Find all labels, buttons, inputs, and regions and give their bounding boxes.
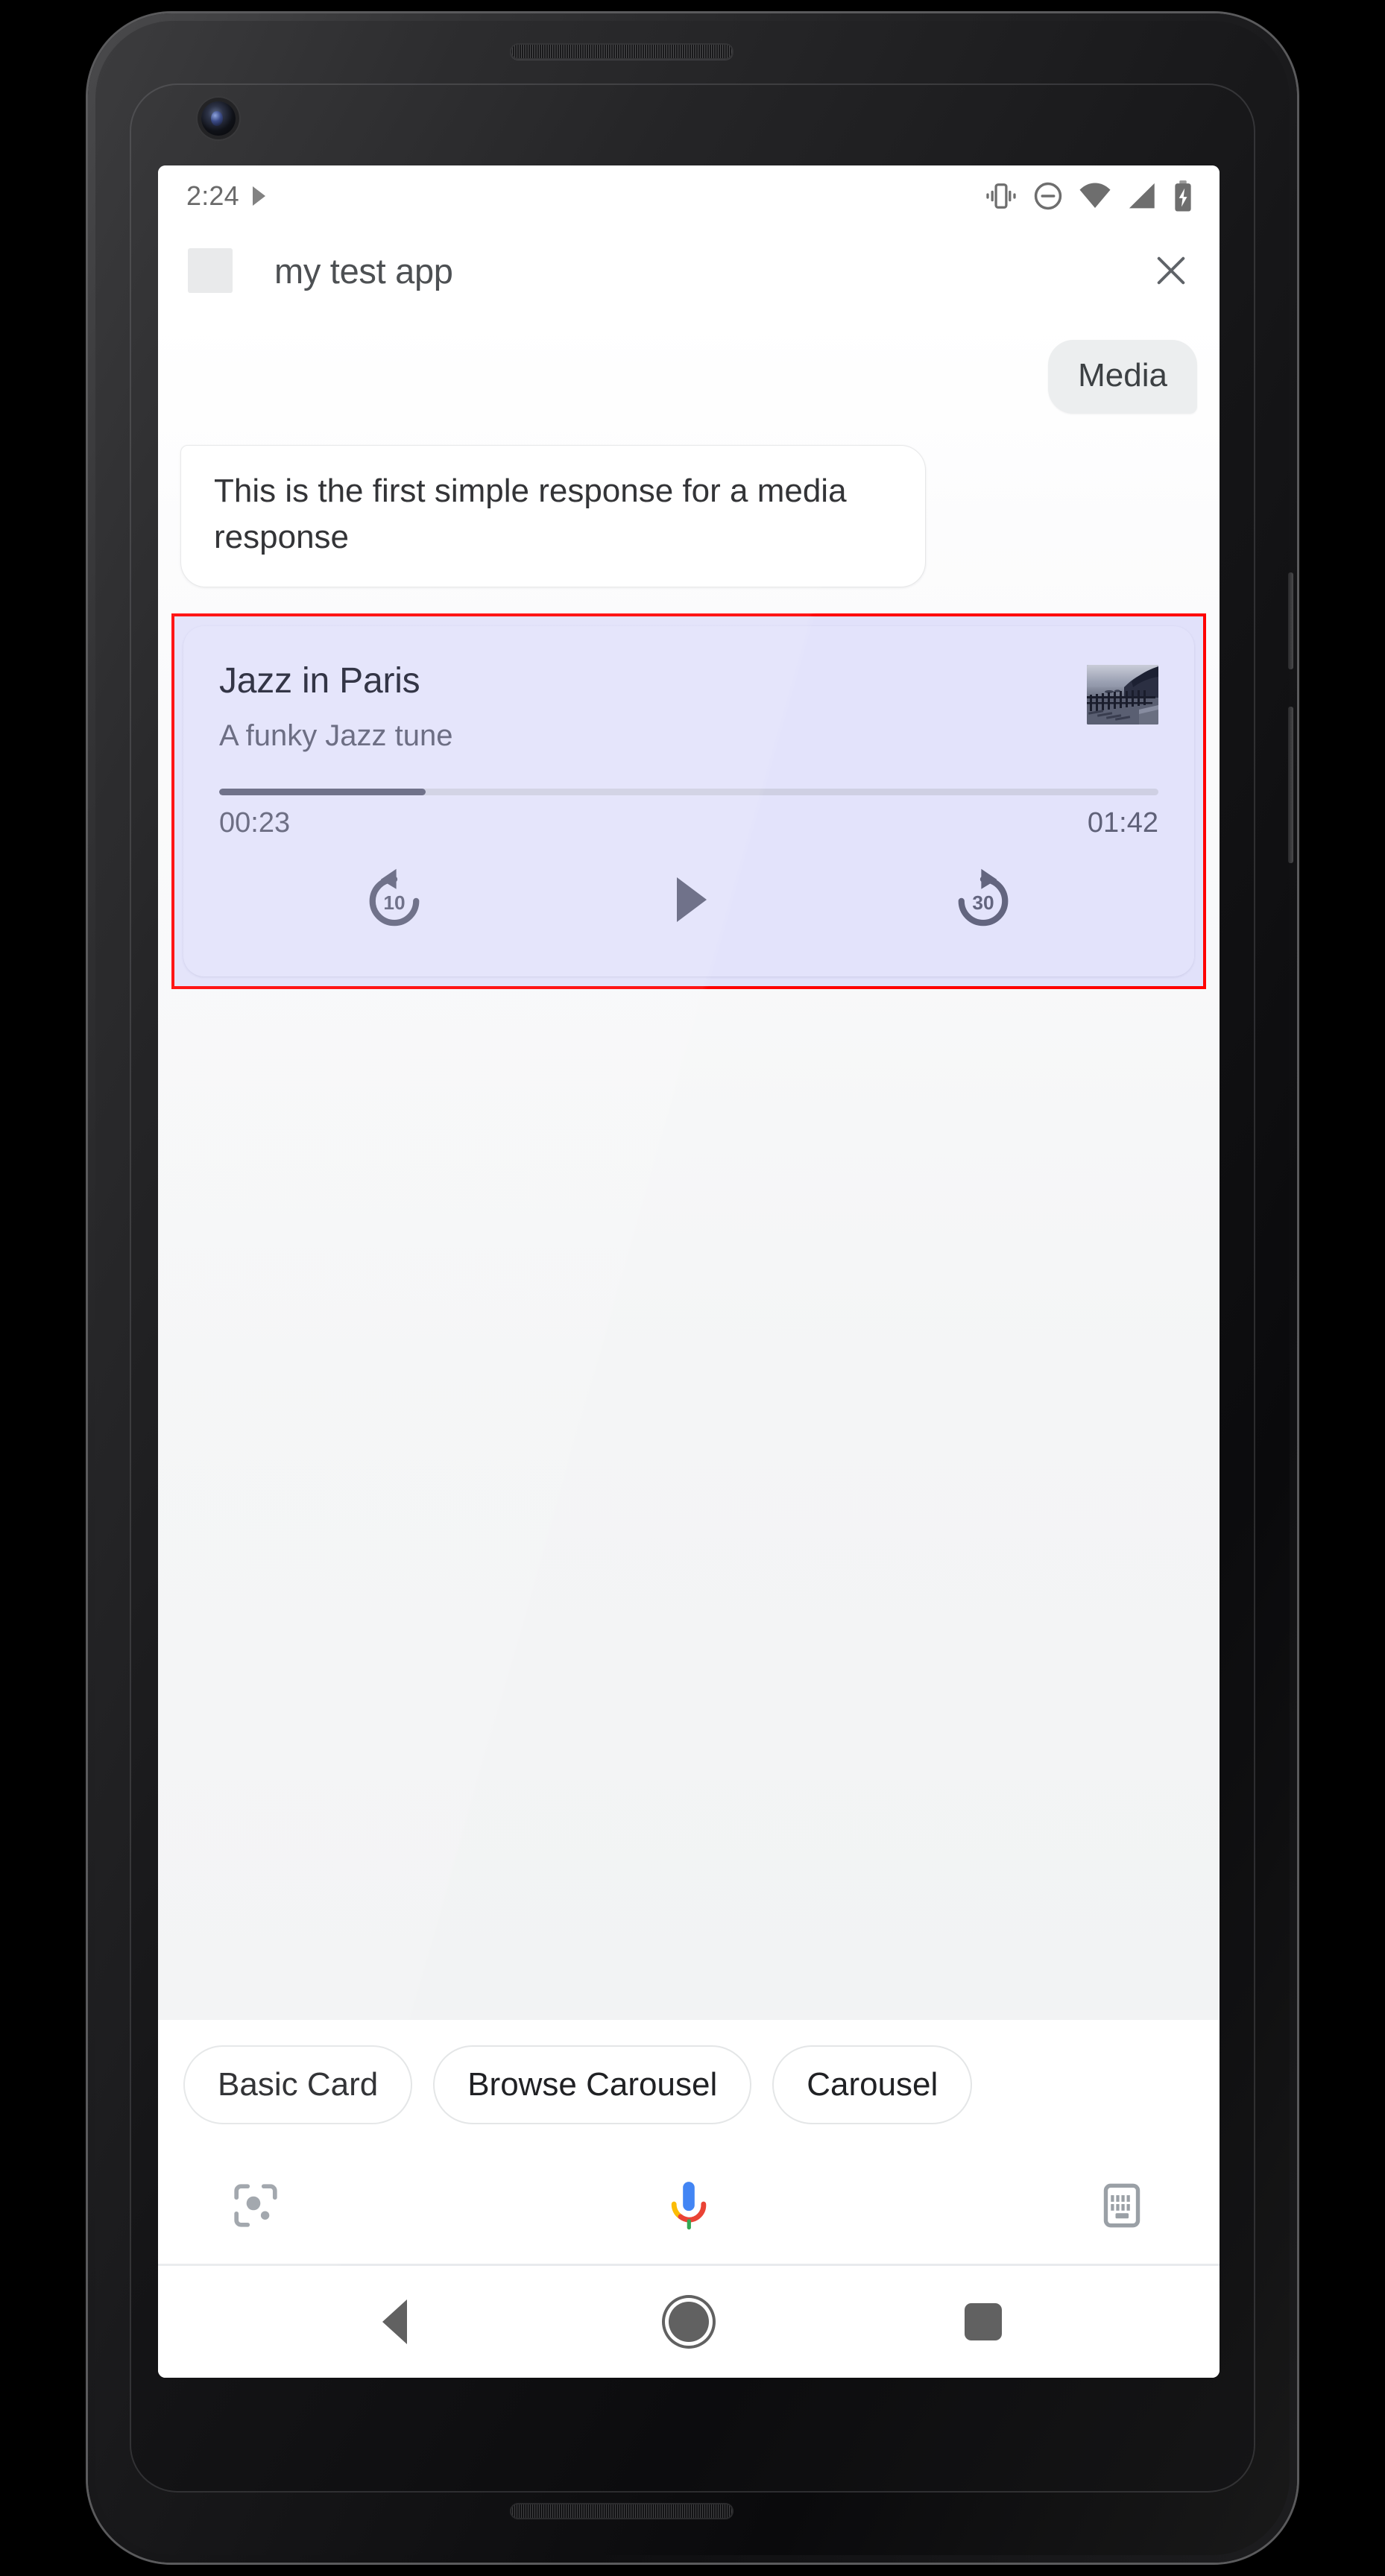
media-subtitle: A funky Jazz tune [219,719,453,752]
media-time-row: 00:23 01:42 [219,807,1158,839]
media-card-header: Jazz in Paris A funky Jazz tune [219,660,1158,753]
app-icon-placeholder [188,248,233,293]
svg-text:10: 10 [384,891,406,914]
app-toolbar: my test app [158,227,1220,315]
keyboard-icon[interactable] [1088,2172,1155,2239]
google-lens-icon[interactable] [222,2172,289,2239]
forward-30-icon[interactable]: 30 [939,856,1027,944]
media-controls: 10 30 [219,856,1158,947]
media-player-card[interactable]: Jazz in Paris A funky Jazz tune 00:23 01… [183,625,1194,976]
progress-track[interactable] [219,788,1158,795]
front-camera-icon [201,101,236,136]
total-time: 01:42 [1087,806,1158,839]
assistant-input-bar [158,2147,1220,2266]
wifi-icon [1079,183,1111,208]
agent-message-bubble: This is the first simple response for a … [180,445,926,587]
agent-message-row: This is the first simple response for a … [158,414,1220,587]
status-bar-clock: 2:24 [186,180,239,211]
status-bar: 2:24 [158,165,1220,227]
replay-10-icon[interactable]: 10 [350,856,438,944]
screenshot-root: 2:24 my test app Media This is the first… [0,0,1385,2576]
user-message-bubble: Media [1048,340,1197,414]
android-nav-bar [158,2266,1220,2378]
user-message-row: Media [158,340,1220,414]
cell-signal-icon [1129,183,1155,209]
media-progress[interactable]: 00:23 01:42 [219,788,1158,839]
assistant-mic-icon[interactable] [655,2172,722,2239]
vibrate-icon [986,183,1016,209]
suggestion-chip-browse-carousel[interactable]: Browse Carousel [433,2045,752,2124]
power-button[interactable] [1288,572,1293,669]
bottom-speaker [510,2503,733,2519]
back-triangle-icon[interactable] [353,2281,435,2363]
suggestion-chips: Basic Card Browse Carousel Carousel [158,2020,1220,2147]
album-art-thumbnail [1087,664,1158,724]
earpiece-speaker [510,43,733,60]
play-icon[interactable] [645,856,733,944]
play-arrow-icon [252,186,265,206]
media-response-highlight: Jazz in Paris A funky Jazz tune 00:23 01… [171,613,1206,989]
status-bar-icons [984,180,1194,212]
do-not-disturb-icon [1034,182,1062,210]
media-card-texts: Jazz in Paris A funky Jazz tune [219,660,1087,753]
recents-square-icon[interactable] [942,2281,1024,2363]
page-title: my test app [274,250,453,291]
elapsed-time: 00:23 [219,806,291,839]
conversation-area: Media This is the first simple response … [158,315,1220,2020]
volume-button[interactable] [1288,707,1293,863]
suggestion-chip-carousel[interactable]: Carousel [772,2045,973,2124]
phone-screen: 2:24 my test app Media This is the first… [158,165,1220,2378]
battery-charging-icon [1175,180,1191,212]
svg-text:30: 30 [972,891,994,914]
close-icon[interactable] [1148,247,1194,294]
progress-fill [219,788,426,795]
home-circle-icon[interactable] [648,2281,730,2363]
suggestion-chip-basic-card[interactable]: Basic Card [183,2045,413,2124]
media-title: Jazz in Paris [219,660,420,701]
